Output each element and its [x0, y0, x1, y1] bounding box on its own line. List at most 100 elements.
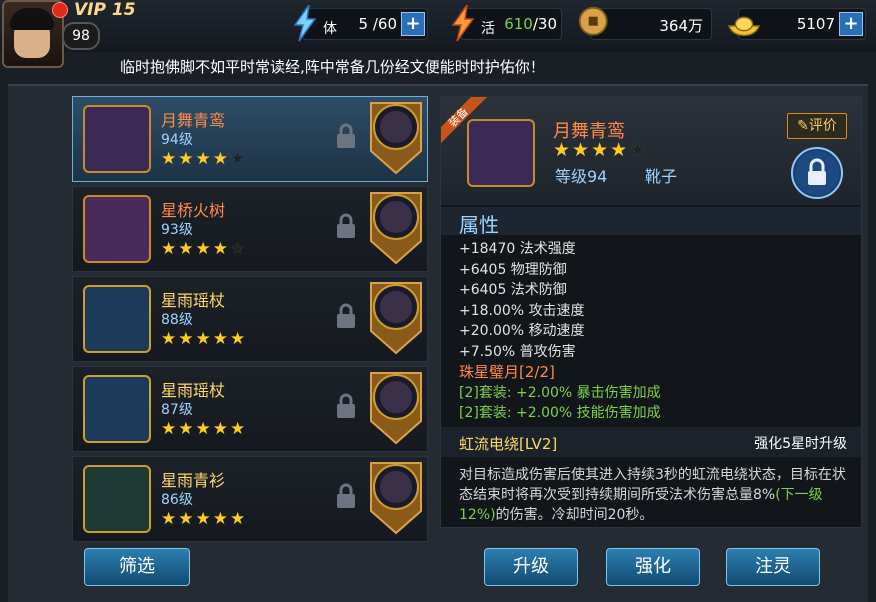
- list-item[interactable]: 星雨瑶杖 87级 ★★★★★: [72, 366, 428, 452]
- add-stamina-button[interactable]: +: [401, 12, 425, 36]
- equipment-list: 月舞青鸾 94级 ★★★★★ 星桥火树 93级 ★★★★★ 星雨瑶杖 88级 ★…: [72, 96, 428, 546]
- item-stars: ★★★★★: [161, 419, 247, 439]
- lock-toggle-icon[interactable]: [791, 147, 843, 199]
- list-item[interactable]: 星雨瑶杖 88级 ★★★★★: [72, 276, 428, 362]
- item-level: 93级: [161, 222, 193, 238]
- attribute-line: +7.50% 普攻伤害: [459, 343, 576, 360]
- star-filled-icon: ★: [161, 419, 179, 439]
- gold-ingot-icon: [727, 16, 761, 37]
- scrolling-notice: 临时抱佛脚不如平时常读经,阵中常备几份经文便能时时护佑你！: [120, 58, 545, 76]
- star-filled-icon: ★: [553, 139, 573, 161]
- star-filled-icon: ★: [195, 419, 213, 439]
- star-empty-icon: ★: [629, 139, 649, 161]
- star-filled-icon: ★: [212, 509, 230, 529]
- lock-icon[interactable]: [335, 303, 357, 329]
- hero-portrait-shield[interactable]: [367, 279, 425, 357]
- item-stars: ★★★★★: [161, 509, 247, 529]
- item-name: 星雨瑶杖: [161, 291, 226, 310]
- list-item[interactable]: 星雨青衫 86级 ★★★★★: [72, 456, 428, 542]
- stamina-label: 体: [323, 21, 337, 37]
- star-filled-icon: ★: [161, 149, 179, 169]
- vitality-current: 610: [504, 15, 533, 33]
- hero-portrait-shield[interactable]: [367, 99, 425, 177]
- skill-desc-text-end: 的伤害。冷却时间20秒。: [495, 507, 654, 523]
- lock-icon[interactable]: [335, 213, 357, 239]
- skill-description: 对目标造成伤害后使其进入持续3秒的虹流电绕状态，目标在状态结束时将再次受到持续期…: [459, 465, 851, 523]
- star-filled-icon: ★: [212, 149, 230, 169]
- upgrade-button[interactable]: 升级: [484, 548, 578, 586]
- item-thumbnail: [83, 465, 151, 533]
- star-empty-icon: ★: [230, 149, 248, 169]
- lock-icon[interactable]: [335, 393, 357, 419]
- star-filled-icon: ★: [178, 239, 196, 259]
- star-filled-icon: ★: [610, 139, 630, 161]
- hero-portrait-shield[interactable]: [367, 459, 425, 537]
- vitality-label: 活: [481, 21, 495, 37]
- star-filled-icon: ★: [161, 329, 179, 349]
- item-stars: ★★★★★: [161, 329, 247, 349]
- item-stars: ★★★★★: [161, 239, 247, 259]
- attributes-header: 属性: [441, 207, 861, 237]
- hero-portrait-shield[interactable]: [367, 189, 425, 267]
- infuse-button[interactable]: 注灵: [726, 548, 820, 586]
- star-filled-icon: ★: [195, 239, 213, 259]
- star-filled-icon: ★: [178, 329, 196, 349]
- lock-icon[interactable]: [335, 483, 357, 509]
- item-thumbnail: [83, 195, 151, 263]
- filter-button[interactable]: 筛选: [84, 548, 190, 586]
- star-filled-icon: ★: [161, 239, 179, 259]
- vitality-max: /30: [532, 15, 557, 33]
- star-filled-icon: ★: [212, 239, 230, 259]
- star-filled-icon: ★: [591, 139, 611, 161]
- ingot-bar: 5107 +: [727, 8, 866, 40]
- rate-button[interactable]: ✎评价: [787, 113, 847, 139]
- item-thumbnail: [83, 285, 151, 353]
- attribute-line: +6405 物理防御: [459, 261, 567, 278]
- detail-item-type: 靴子: [645, 167, 678, 186]
- item-detail-panel: 装备 月舞青鸾 ★★★★★ 等级94 靴子 ✎评价 属性 +18470 法术强度…: [440, 96, 862, 528]
- item-level: 94级: [161, 132, 193, 148]
- star-filled-icon: ★: [195, 149, 213, 169]
- item-name: 月舞青鸾: [161, 111, 226, 130]
- star-filled-icon: ★: [572, 139, 592, 161]
- vip-label: VIP 15: [74, 0, 136, 20]
- item-name: 星雨青衫: [161, 471, 226, 490]
- detail-header: 装备 月舞青鸾 ★★★★★ 等级94 靴子 ✎评价: [441, 97, 861, 205]
- edit-icon: ✎: [797, 118, 809, 134]
- attributes-list: +18470 法术强度 +6405 物理防御 +6405 法术防御 +18.00…: [459, 239, 661, 424]
- fire-icon: [451, 4, 475, 42]
- hero-portrait-shield[interactable]: [367, 369, 425, 447]
- stamina-bar: 体 5 /60 +: [293, 4, 428, 42]
- item-thumbnail: [83, 375, 151, 443]
- attribute-line: +20.00% 移动速度: [459, 323, 585, 339]
- star-filled-icon: ★: [195, 329, 213, 349]
- ingot-value: 5107: [796, 15, 835, 33]
- add-ingots-button[interactable]: +: [839, 12, 863, 36]
- attribute-line: +18470 法术强度: [459, 241, 576, 257]
- item-name: 星桥火树: [161, 201, 226, 220]
- item-stars: ★★★★★: [161, 149, 247, 169]
- star-filled-icon: ★: [178, 149, 196, 169]
- gold-bar: 364万: [578, 6, 712, 40]
- star-empty-icon: ★: [230, 239, 248, 259]
- item-thumbnail: [83, 105, 151, 173]
- list-item[interactable]: 星桥火树 93级 ★★★★★: [72, 186, 428, 272]
- item-level: 88级: [161, 312, 193, 328]
- star-filled-icon: ★: [178, 509, 196, 529]
- star-filled-icon: ★: [161, 509, 179, 529]
- set-name: 珠星璧月[2/2]: [459, 363, 555, 381]
- star-filled-icon: ★: [230, 419, 248, 439]
- attribute-line: +6405 法术防御: [459, 282, 567, 298]
- item-name: 星雨瑶杖: [161, 381, 226, 400]
- skill-name: 虹流电绕[LV2]: [459, 435, 558, 453]
- detail-item-level: 等级94: [555, 167, 608, 186]
- list-item[interactable]: 月舞青鸾 94级 ★★★★★: [72, 96, 428, 182]
- player-level: 98: [62, 22, 100, 50]
- star-filled-icon: ★: [212, 419, 230, 439]
- item-level: 87级: [161, 402, 193, 418]
- gold-value: 364万: [659, 17, 703, 35]
- skill-upgrade-note: 强化5星时升级: [754, 436, 847, 452]
- lock-icon[interactable]: [335, 123, 357, 149]
- star-filled-icon: ★: [195, 509, 213, 529]
- enhance-button[interactable]: 强化: [606, 548, 700, 586]
